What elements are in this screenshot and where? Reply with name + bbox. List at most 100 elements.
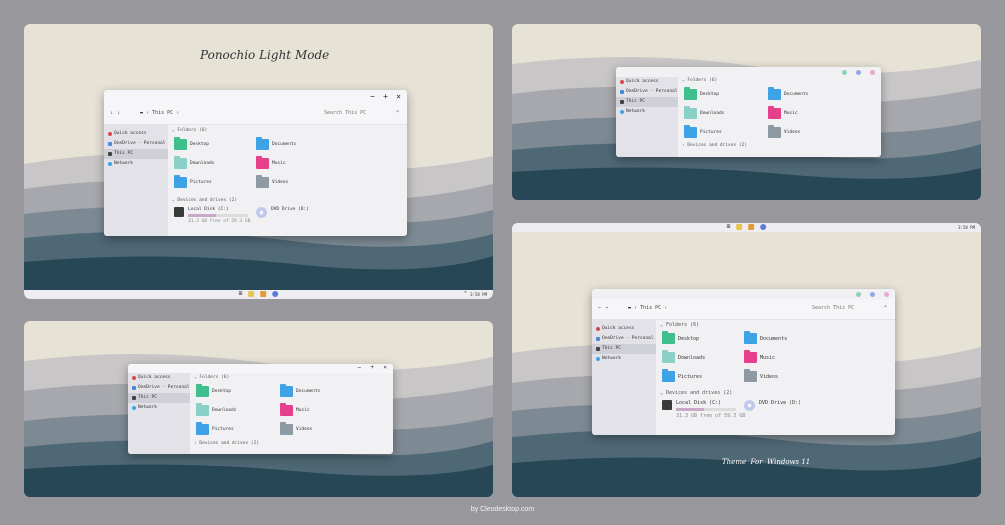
heart-icon (620, 80, 624, 84)
folder-documents[interactable]: Documents (768, 87, 808, 100)
folder-videos[interactable]: Videos (256, 175, 288, 188)
close-dot[interactable] (884, 292, 889, 297)
sidebar-item-quick-access[interactable]: Quick access (616, 77, 678, 87)
drive-d[interactable]: DVD Drive (D:) (256, 207, 309, 218)
folder-videos[interactable]: Videos (280, 422, 312, 435)
title-bar[interactable]: − + × (128, 364, 393, 373)
folder-desktop[interactable]: Desktop (174, 137, 209, 150)
folder-pictures[interactable]: Pictures (196, 422, 234, 435)
folder-music[interactable]: Music (768, 106, 798, 119)
settings-taskbar-icon[interactable] (272, 291, 279, 297)
drives-header[interactable]: ⌄ Devices and drives (2) (660, 390, 732, 396)
breadcrumb[interactable]: ▬ › This PC › (628, 305, 667, 311)
folder-pictures[interactable]: Pictures (662, 369, 702, 382)
minimize-dot[interactable] (842, 70, 847, 75)
maximize-button[interactable]: + (383, 91, 388, 103)
explorer-window: − + × ↓↓ ▬ › This PC › Search This PC ⌕ … (104, 90, 407, 236)
minimize-button[interactable]: − (357, 364, 361, 372)
minimize-dot[interactable] (856, 292, 861, 297)
tray-arrow-icon[interactable]: ^ (464, 291, 467, 297)
close-button[interactable]: × (383, 364, 387, 372)
folder-desktop[interactable]: Desktop (662, 331, 699, 344)
folders-header[interactable]: ⌄ Folders (6) (194, 375, 229, 380)
nav-arrows-icon[interactable]: ←→ (598, 305, 612, 311)
sidebar-item-onedrive[interactable]: OneDrive - Personal (104, 139, 168, 149)
folder-documents[interactable]: Documents (280, 384, 320, 397)
clock[interactable]: 3:58 PM (470, 292, 487, 297)
sidebar-item-this-pc[interactable]: This PC (592, 344, 656, 354)
drive-c[interactable]: Local Disk (C:) 31.3 GB free of 59.3 GB (662, 400, 745, 419)
folder-videos[interactable]: Videos (768, 125, 800, 138)
sidebar-item-this-pc[interactable]: This PC (104, 149, 168, 159)
desktop-folder-icon (174, 137, 187, 150)
settings-taskbar-icon[interactable] (760, 224, 767, 230)
title-bar[interactable]: − + × (104, 90, 407, 104)
documents-folder-icon (744, 331, 757, 344)
drives-header[interactable]: › Devices and drives (2) (682, 143, 747, 148)
music-folder-icon (256, 156, 269, 169)
sidebar-item-this-pc[interactable]: This PC (128, 393, 190, 403)
cloud-icon (620, 90, 624, 94)
close-button[interactable]: × (396, 91, 401, 103)
drive-c[interactable]: Local Disk (C:) 31.3 GB free of 59.3 GB (174, 207, 250, 224)
breadcrumb[interactable]: ▬ › This PC › (140, 110, 179, 116)
folder-downloads[interactable]: Downloads (662, 350, 705, 363)
drive-d[interactable]: DVD Drive (D:) (744, 400, 801, 411)
folder-downloads[interactable]: Downloads (684, 106, 724, 119)
address-toolbar: ←→ ▬ › This PC › Search This PC ⌕ (592, 299, 895, 320)
sidebar-item-network[interactable]: Network (592, 354, 656, 364)
folder-documents[interactable]: Documents (744, 331, 787, 344)
folders-header[interactable]: ⌄ Folders (6) (682, 78, 717, 83)
drives-header[interactable]: › Devices and drives (2) (194, 441, 259, 446)
dvd-drive-icon (744, 400, 755, 411)
sidebar-item-onedrive[interactable]: OneDrive - Personal (616, 87, 678, 97)
sidebar-item-quick-access[interactable]: Quick access (592, 324, 656, 334)
folder-pictures[interactable]: Pictures (174, 175, 212, 188)
folder-pictures[interactable]: Pictures (684, 125, 722, 138)
sidebar-item-quick-access[interactable]: Quick access (128, 373, 190, 383)
search-icon[interactable]: ⌕ (884, 304, 887, 310)
drives-header[interactable]: ⌄ Devices and drives (2) (172, 198, 237, 203)
sidebar-item-quick-access[interactable]: Quick access (104, 129, 168, 139)
content-pane: ⌄ Folders (6) Desktop Documents Download… (656, 320, 895, 435)
explorer-taskbar-icon[interactable] (736, 224, 743, 230)
maximize-dot[interactable] (856, 70, 861, 75)
sidebar-item-onedrive[interactable]: OneDrive - Personal (128, 383, 190, 393)
search-icon[interactable]: ⌕ (396, 109, 399, 115)
sidebar-item-this-pc[interactable]: This PC (616, 97, 678, 107)
start-icon[interactable]: ⊞ (727, 224, 731, 230)
sidebar-item-network[interactable]: Network (616, 107, 678, 117)
clock[interactable]: 3:58 PM (958, 225, 975, 230)
start-icon[interactable]: ⊞ (239, 291, 243, 297)
search-input[interactable]: Search This PC (324, 110, 366, 116)
app-taskbar-icon[interactable] (260, 291, 267, 297)
folder-music[interactable]: Music (744, 350, 775, 363)
search-input[interactable]: Search This PC (812, 305, 854, 311)
folder-music[interactable]: Music (256, 156, 286, 169)
minimize-button[interactable]: − (370, 91, 375, 103)
sidebar-item-onedrive[interactable]: OneDrive - Personal (592, 334, 656, 344)
folder-documents[interactable]: Documents (256, 137, 296, 150)
maximize-dot[interactable] (870, 292, 875, 297)
pictures-folder-icon (684, 125, 697, 138)
folder-downloads[interactable]: Downloads (196, 403, 236, 416)
network-icon (596, 357, 600, 361)
folder-desktop[interactable]: Desktop (196, 384, 231, 397)
folder-desktop[interactable]: Desktop (684, 87, 719, 100)
sidebar-item-network[interactable]: Network (104, 159, 168, 169)
computer-icon (132, 396, 136, 400)
nav-arrows-icon[interactable]: ↓↓ (110, 110, 124, 116)
folder-videos[interactable]: Videos (744, 369, 778, 382)
maximize-button[interactable]: + (370, 364, 374, 372)
explorer-window: ←→ ▬ › This PC › Search This PC ⌕ Quick … (592, 289, 895, 435)
folders-header[interactable]: ⌄ Folders (6) (660, 322, 699, 328)
explorer-taskbar-icon[interactable] (248, 291, 255, 297)
documents-folder-icon (280, 384, 293, 397)
sidebar-item-network[interactable]: Network (128, 403, 190, 413)
close-dot[interactable] (870, 70, 875, 75)
app-taskbar-icon[interactable] (748, 224, 755, 230)
folders-header[interactable]: ⌄ Folders (6) (172, 128, 207, 133)
folder-downloads[interactable]: Downloads (174, 156, 214, 169)
folder-music[interactable]: Music (280, 403, 310, 416)
pictures-folder-icon (174, 175, 187, 188)
